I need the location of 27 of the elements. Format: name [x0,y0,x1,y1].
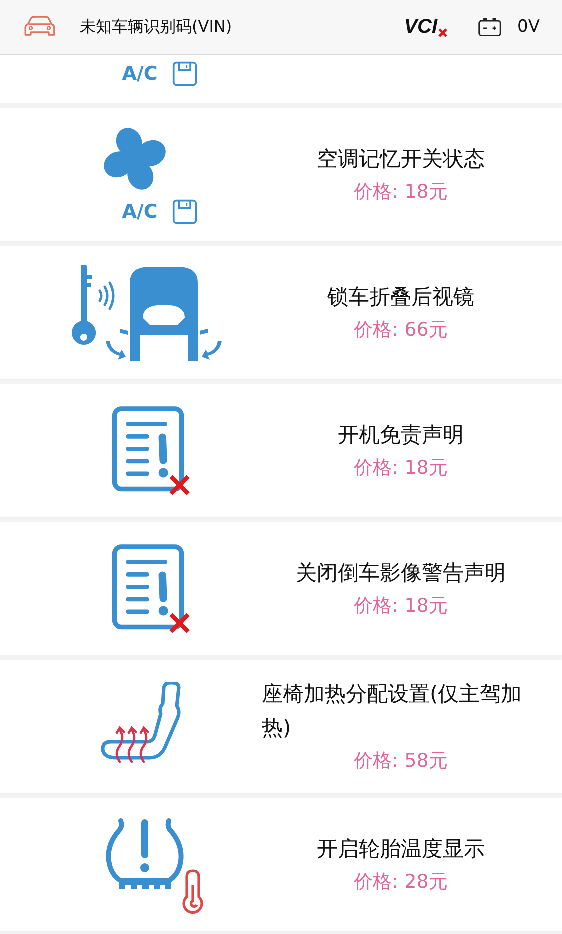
price-label: 价格: 18元 [354,456,448,480]
save-icon [172,61,198,87]
vci-status: VCI [404,16,438,38]
function-card[interactable]: 锁车折叠后视镜 价格: 66元 [0,246,562,379]
price-label: 价格: 66元 [354,318,448,342]
vehicle-title: 未知车辆识别码(VIN) [80,16,234,38]
function-card[interactable]: 开机免责声明 价格: 18元 [0,384,562,517]
save-icon [172,198,198,224]
ac-label: A/C [122,63,158,85]
ac-label: A/C [122,200,158,222]
voltage-reading: 0V [518,17,540,37]
function-card[interactable]: 开启轮胎温度显示 价格: 28元 [0,798,562,931]
battery-icon [478,16,502,38]
function-title: 座椅加热分配设置(仅主驾加热) [262,680,524,742]
function-card[interactable]: A/C 空调记忆开关状态 价格: 18元 [0,108,562,241]
function-title: 锁车折叠后视镜 [328,284,474,310]
function-title: 开启轮胎温度显示 [317,836,485,862]
car-icon [22,15,58,39]
price-label: 价格: 28元 [354,870,448,894]
price-label: 价格: 18元 [354,594,448,618]
function-title: 关闭倒车影像警告声明 [296,560,506,586]
price-label: 价格: 58元 [354,748,448,774]
price-label: 价格: 18元 [354,180,448,204]
function-card[interactable]: 关闭倒车影像警告声明 价格: 18元 [0,522,562,655]
function-title: 空调记忆开关状态 [317,146,485,172]
function-title: 开机免责声明 [338,422,464,448]
function-card[interactable]: 座椅加热分配设置(仅主驾加热) 价格: 58元 [0,660,562,793]
